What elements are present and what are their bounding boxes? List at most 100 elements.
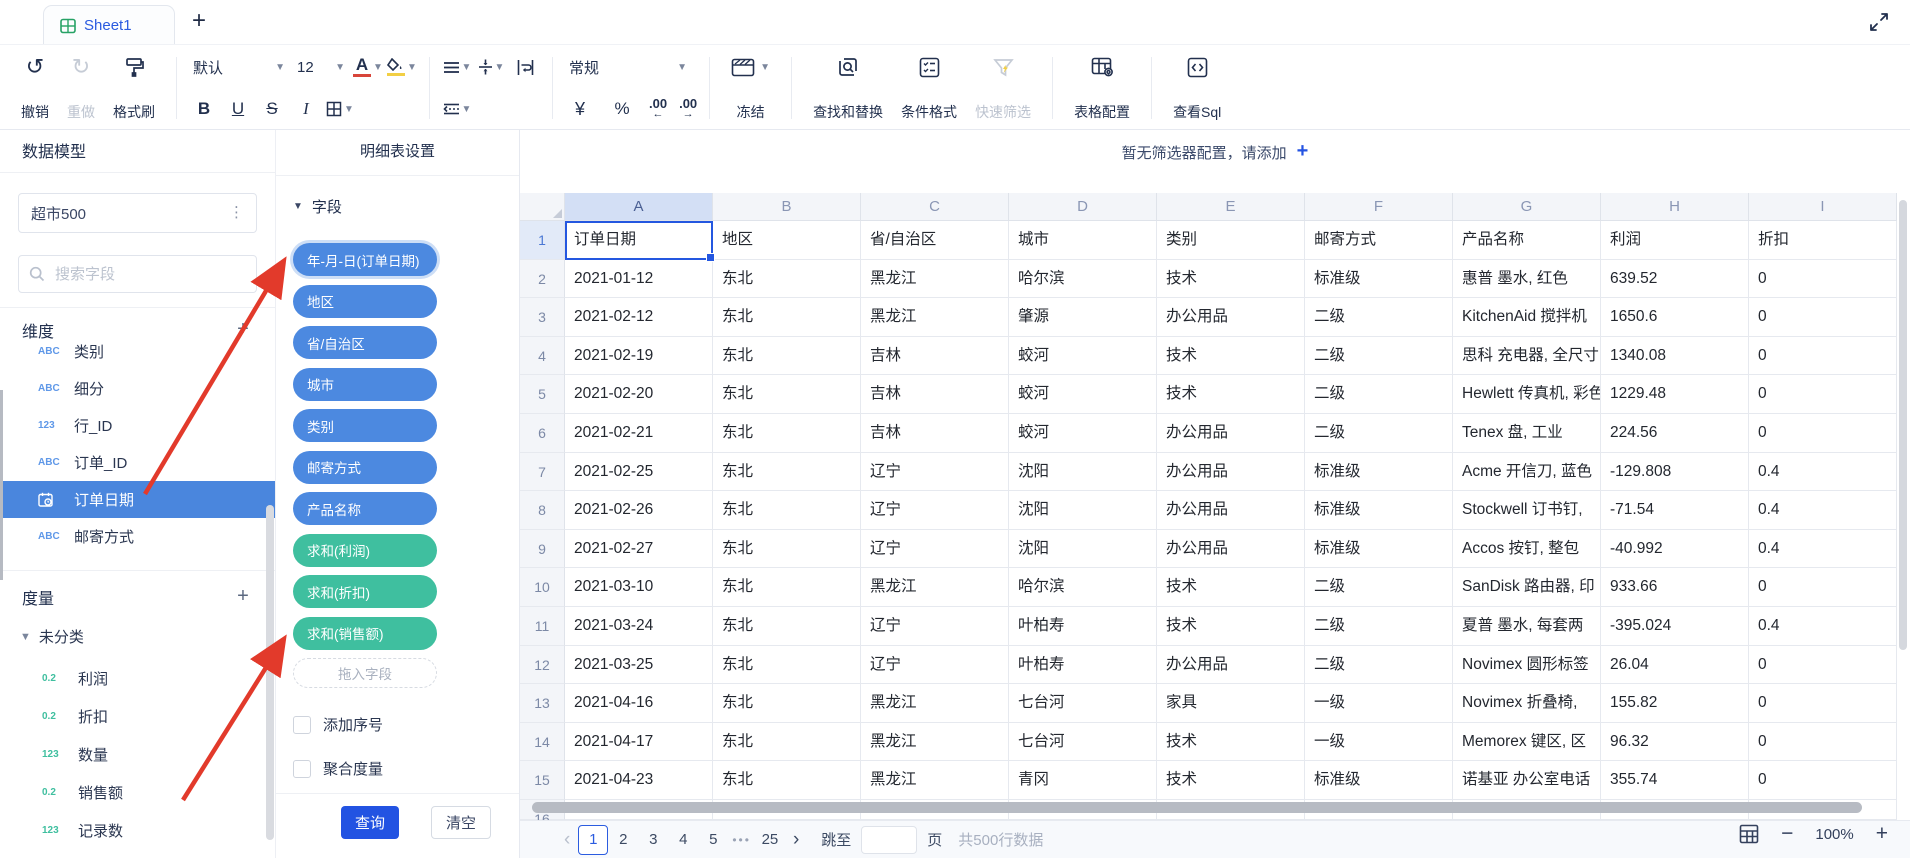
field-chip[interactable]: 求和(利润) bbox=[293, 534, 437, 567]
row-header[interactable]: 7 bbox=[520, 453, 565, 492]
grid-cell[interactable]: 青冈 bbox=[1009, 761, 1157, 800]
percent-format-button[interactable]: % bbox=[607, 96, 637, 122]
aggregate-measure-option[interactable]: 聚合度量 bbox=[293, 758, 383, 779]
grid-cell[interactable]: 一级 bbox=[1305, 723, 1453, 762]
grid-cell[interactable]: 城市 bbox=[1009, 221, 1157, 260]
column-header[interactable]: D bbox=[1009, 193, 1157, 221]
grid-cell[interactable]: 2021-04-17 bbox=[565, 723, 713, 762]
row-header[interactable]: 14 bbox=[520, 723, 565, 762]
grid-cell[interactable]: 0 bbox=[1749, 414, 1897, 453]
grid-cell[interactable]: 东北 bbox=[713, 453, 861, 492]
grid-cell[interactable]: 0 bbox=[1749, 298, 1897, 337]
sidebar-dimension-item[interactable]: 订单日期 bbox=[0, 481, 275, 518]
grid-cell[interactable]: 二级 bbox=[1305, 568, 1453, 607]
font-family-select[interactable]: 默认▼ bbox=[189, 57, 289, 78]
row-header[interactable]: 1 bbox=[520, 221, 565, 260]
grid-cell[interactable]: 黑龙江 bbox=[861, 761, 1009, 800]
grid-cell[interactable]: Tenex 盘, 工业 bbox=[1453, 414, 1601, 453]
grid-cell[interactable]: 类别 bbox=[1157, 221, 1305, 260]
grid-cell[interactable]: 技术 bbox=[1157, 568, 1305, 607]
grid-cell[interactable]: 2021-02-25 bbox=[565, 453, 713, 492]
grid-cell[interactable]: 二级 bbox=[1305, 607, 1453, 646]
grid-cell[interactable]: Acme 开信刀, 蓝色 bbox=[1453, 453, 1601, 492]
grid-cell[interactable]: 叶柏寿 bbox=[1009, 646, 1157, 685]
grid-cell[interactable]: 26.04 bbox=[1601, 646, 1749, 685]
grid-cell[interactable]: 东北 bbox=[713, 723, 861, 762]
grid-cell[interactable]: 639.52 bbox=[1601, 260, 1749, 299]
grid-cell[interactable]: 0.4 bbox=[1749, 453, 1897, 492]
last-page-button[interactable]: 25 bbox=[755, 825, 785, 855]
field-search-box[interactable] bbox=[18, 255, 257, 293]
grid-cell[interactable]: 肇源 bbox=[1009, 298, 1157, 337]
grid-cell[interactable]: 0 bbox=[1749, 723, 1897, 762]
drop-field-zone[interactable]: 拖入字段 bbox=[293, 658, 437, 688]
grid-cell[interactable]: 蛟河 bbox=[1009, 414, 1157, 453]
tab-sheet1[interactable]: Sheet1 bbox=[43, 5, 175, 45]
column-header[interactable]: I bbox=[1749, 193, 1897, 221]
grid-cell[interactable]: 0 bbox=[1749, 260, 1897, 299]
measure-group-row[interactable]: ▼ 未分类 bbox=[20, 626, 84, 647]
sidebar-measure-item[interactable]: 123数量 bbox=[0, 736, 275, 773]
grid-cell[interactable]: 1340.08 bbox=[1601, 337, 1749, 376]
grid-cell[interactable]: 二级 bbox=[1305, 414, 1453, 453]
grid-cell[interactable]: 0 bbox=[1749, 646, 1897, 685]
search-input[interactable] bbox=[53, 265, 237, 284]
grid-cell[interactable]: 96.32 bbox=[1601, 723, 1749, 762]
row-header[interactable]: 5 bbox=[520, 375, 565, 414]
grid-cell[interactable]: 思科 充电器, 全尺寸 bbox=[1453, 337, 1601, 376]
grid-cell[interactable]: 叶柏寿 bbox=[1009, 607, 1157, 646]
grid-cell[interactable]: 技术 bbox=[1157, 260, 1305, 299]
dataset-select[interactable]: 超市500 ⋮ bbox=[18, 193, 257, 233]
sidebar-measure-item[interactable]: 123记录数 bbox=[0, 812, 275, 849]
grid-cell[interactable]: 355.74 bbox=[1601, 761, 1749, 800]
column-header[interactable]: C bbox=[861, 193, 1009, 221]
field-chip[interactable]: 省/自治区 bbox=[293, 326, 437, 359]
grid-cell[interactable]: 办公用品 bbox=[1157, 530, 1305, 569]
row-header[interactable]: 13 bbox=[520, 684, 565, 723]
grid-cell[interactable]: 一级 bbox=[1305, 684, 1453, 723]
row-header[interactable]: 2 bbox=[520, 260, 565, 299]
row-header[interactable]: 8 bbox=[520, 491, 565, 530]
grid-cell[interactable]: 标准级 bbox=[1305, 530, 1453, 569]
decrease-decimal-button[interactable]: .00 ← bbox=[649, 99, 667, 119]
grid-cell[interactable]: 2021-02-21 bbox=[565, 414, 713, 453]
redo-button[interactable]: ↻ 重做 bbox=[58, 51, 104, 125]
underline-button[interactable]: U bbox=[223, 96, 253, 122]
grid-cell[interactable]: 技术 bbox=[1157, 723, 1305, 762]
grid-cell[interactable]: 1229.48 bbox=[1601, 375, 1749, 414]
grid-cell[interactable]: 2021-03-24 bbox=[565, 607, 713, 646]
row-header[interactable]: 15 bbox=[520, 761, 565, 800]
grid-cell[interactable]: 办公用品 bbox=[1157, 298, 1305, 337]
zoom-out-button[interactable]: − bbox=[1781, 824, 1793, 844]
grid-cell[interactable]: Accos 按钉, 整包 bbox=[1453, 530, 1601, 569]
grid-cell[interactable]: 东北 bbox=[713, 568, 861, 607]
grid-cell[interactable]: -71.54 bbox=[1601, 491, 1749, 530]
add-measure-button[interactable]: + bbox=[233, 585, 253, 608]
grid-cell[interactable]: 黑龙江 bbox=[861, 298, 1009, 337]
sidebar-dimension-item[interactable]: ABC邮寄方式 bbox=[0, 518, 275, 555]
grid-cell[interactable]: 0 bbox=[1749, 568, 1897, 607]
grid-cell[interactable]: 标准级 bbox=[1305, 491, 1453, 530]
column-header[interactable]: B bbox=[713, 193, 861, 221]
sidebar-dimension-item[interactable]: 123行_ID bbox=[0, 407, 275, 444]
grid-cell[interactable]: 2021-04-23 bbox=[565, 761, 713, 800]
currency-format-button[interactable]: ¥ bbox=[565, 96, 595, 122]
grid-cell[interactable]: 0 bbox=[1749, 337, 1897, 376]
sidebar-measure-item[interactable]: 0.2折扣 bbox=[0, 698, 275, 735]
bold-button[interactable]: B bbox=[189, 96, 219, 122]
grid-cell[interactable]: 七台河 bbox=[1009, 684, 1157, 723]
undo-button[interactable]: ↺ 撤销 bbox=[12, 51, 58, 125]
number-format-select[interactable]: 常规▼ bbox=[565, 57, 691, 78]
grid-cell[interactable]: 2021-02-12 bbox=[565, 298, 713, 337]
add-index-option[interactable]: 添加序号 bbox=[293, 714, 383, 735]
grid-cell[interactable]: 155.82 bbox=[1601, 684, 1749, 723]
grid-cell[interactable]: 2021-04-16 bbox=[565, 684, 713, 723]
grid-cell[interactable]: 哈尔滨 bbox=[1009, 568, 1157, 607]
grid-cell[interactable]: 夏普 墨水, 每套两 bbox=[1453, 607, 1601, 646]
grid-cell[interactable]: 1650.6 bbox=[1601, 298, 1749, 337]
grid-cell[interactable]: 东北 bbox=[713, 337, 861, 376]
clear-button[interactable]: 清空 bbox=[431, 806, 491, 839]
row-header[interactable]: 9 bbox=[520, 530, 565, 569]
grid-cell[interactable]: 东北 bbox=[713, 260, 861, 299]
field-chip[interactable]: 求和(销售额) bbox=[293, 617, 437, 650]
